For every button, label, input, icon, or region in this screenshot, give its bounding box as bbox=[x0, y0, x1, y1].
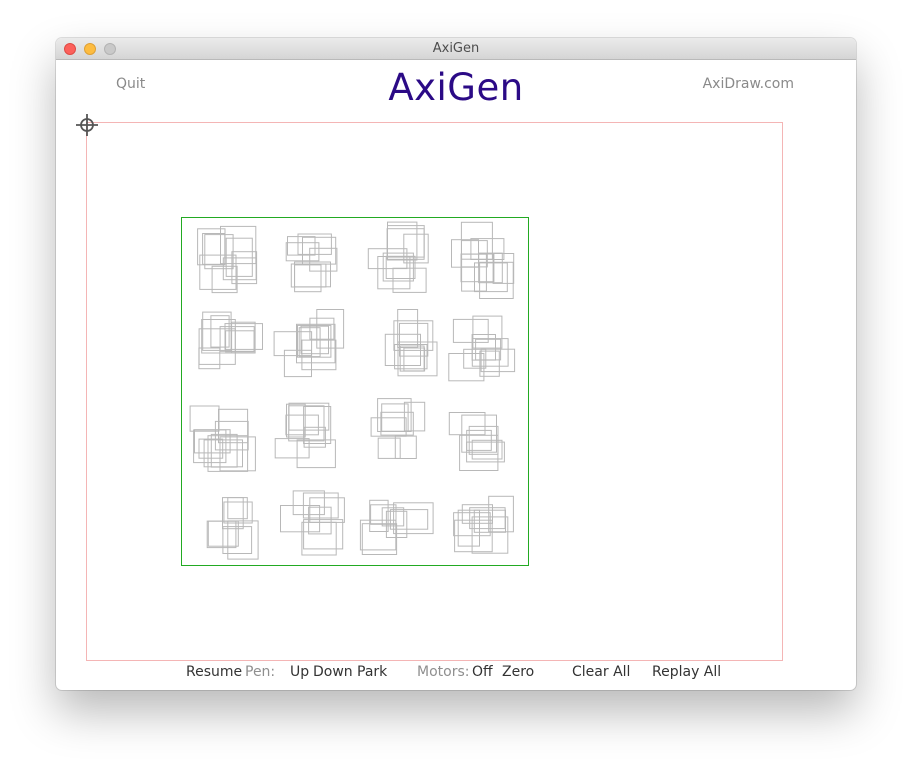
pen-up-button[interactable]: Up bbox=[290, 664, 309, 680]
artwork-square bbox=[463, 348, 487, 369]
artwork-square bbox=[198, 328, 236, 365]
motors-zero-button[interactable]: Zero bbox=[502, 664, 534, 680]
artwork-frame[interactable] bbox=[181, 217, 529, 566]
artwork-square bbox=[377, 437, 401, 459]
artwork-square bbox=[309, 247, 338, 272]
artwork-square bbox=[472, 315, 503, 349]
artwork-square bbox=[206, 520, 237, 549]
artwork-square bbox=[225, 330, 255, 353]
title-bar[interactable]: AxiGen bbox=[56, 38, 856, 60]
artwork-square bbox=[309, 497, 345, 523]
artwork-square bbox=[288, 402, 330, 431]
motors-label: Motors: bbox=[417, 664, 470, 680]
artwork-square bbox=[280, 505, 321, 533]
artwork-square bbox=[448, 353, 485, 382]
artwork-square bbox=[297, 324, 332, 358]
artwork-square bbox=[479, 350, 500, 377]
clear-all-button[interactable]: Clear All bbox=[572, 664, 630, 680]
artwork-square bbox=[478, 252, 503, 284]
quit-button[interactable]: Quit bbox=[116, 76, 145, 92]
artwork-square bbox=[287, 236, 316, 256]
artwork-square bbox=[387, 221, 418, 261]
artwork-square bbox=[469, 507, 506, 530]
app-title: AxiGen bbox=[388, 66, 524, 109]
artwork-square bbox=[403, 347, 426, 372]
artwork-square bbox=[222, 526, 253, 555]
artwork-squares bbox=[189, 221, 516, 560]
artwork-square bbox=[202, 233, 226, 265]
plot-bounds bbox=[86, 122, 783, 661]
artwork-square bbox=[386, 228, 425, 260]
app-content: Quit AxiGen AxiDraw.com Resume Pen: Up D… bbox=[56, 60, 856, 690]
pen-park-button[interactable]: Park bbox=[357, 664, 387, 680]
artwork-square bbox=[189, 405, 220, 432]
artwork-square bbox=[225, 237, 253, 277]
artwork-square bbox=[218, 408, 249, 444]
artwork-square bbox=[394, 435, 417, 460]
artwork-square bbox=[219, 436, 256, 472]
resume-button[interactable]: Resume bbox=[186, 664, 242, 680]
artwork-square bbox=[227, 497, 248, 520]
artwork-square bbox=[294, 261, 331, 288]
app-window: AxiGen Quit AxiGen AxiDraw.com Resume Pe… bbox=[56, 38, 856, 690]
artwork-square bbox=[285, 414, 319, 436]
artwork-square bbox=[403, 401, 426, 432]
artwork-square bbox=[370, 417, 407, 437]
artwork-square bbox=[479, 261, 514, 300]
plot-canvas[interactable] bbox=[56, 60, 856, 690]
motors-off-button[interactable]: Off bbox=[472, 664, 493, 680]
artwork-square bbox=[207, 435, 249, 472]
artwork-square bbox=[316, 309, 345, 349]
artwork-square bbox=[273, 331, 313, 357]
artwork-square bbox=[381, 507, 405, 527]
artwork-square bbox=[387, 225, 425, 258]
artwork-square bbox=[460, 253, 495, 283]
artwork-square bbox=[294, 264, 322, 293]
axidraw-link[interactable]: AxiDraw.com bbox=[703, 76, 794, 92]
window-title: AxiGen bbox=[432, 41, 480, 56]
replay-all-button[interactable]: Replay All bbox=[652, 664, 721, 680]
crosshair-icon[interactable] bbox=[76, 114, 98, 136]
artwork-square bbox=[377, 256, 411, 290]
pen-down-button[interactable]: Down bbox=[313, 664, 353, 680]
pen-label: Pen: bbox=[245, 664, 276, 680]
artwork-square bbox=[296, 439, 336, 469]
artwork-square bbox=[309, 317, 335, 340]
control-toolbar: Resume Pen: Up Down Park Motors: Off Zer… bbox=[56, 664, 856, 686]
artwork-square bbox=[303, 406, 332, 444]
